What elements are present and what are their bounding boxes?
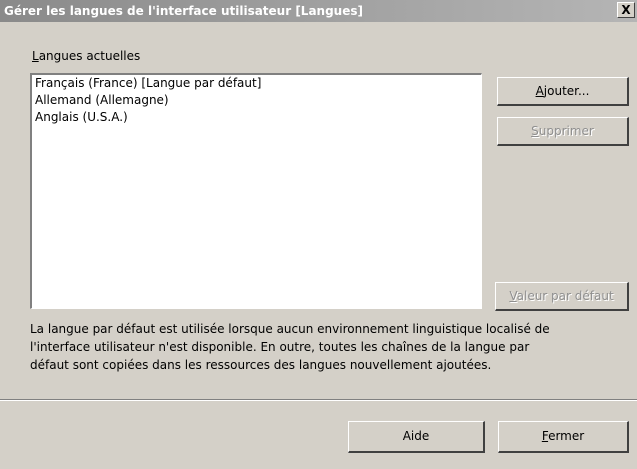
label-mnemonic: L	[32, 49, 39, 63]
list-item[interactable]: Allemand (Allemagne)	[32, 92, 481, 109]
description-text: La langue par défaut est utilisée lorsqu…	[30, 320, 630, 374]
add-label: jouter...	[543, 84, 590, 98]
close-button[interactable]: Fermer	[498, 421, 629, 453]
close-label: ermer	[548, 429, 585, 443]
separator	[0, 399, 637, 401]
description-line-2: l'interface utilisateur n'est disponible…	[30, 340, 530, 354]
remove-button[interactable]: Supprimer	[497, 117, 629, 146]
close-window-button[interactable]: X	[617, 2, 635, 18]
default-label: aleur par défaut	[516, 289, 614, 303]
set-default-button[interactable]: Valeur par défaut	[495, 282, 629, 311]
window-title: Gérer les langues de l'interface utilisa…	[4, 4, 363, 18]
list-item[interactable]: Français (France) [Langue par défaut]	[32, 75, 481, 92]
add-mnemonic: A	[535, 84, 544, 98]
title-bar[interactable]: Gérer les langues de l'interface utilisa…	[0, 0, 637, 22]
description-line-3: défaut sont copiées dans les ressources …	[30, 358, 492, 372]
remove-label: upprimer	[538, 124, 594, 138]
description-line-1: La langue par défaut est utilisée lorsqu…	[30, 322, 550, 336]
current-languages-label: Langues actuelles	[32, 49, 140, 63]
list-item[interactable]: Anglais (U.S.A.)	[32, 109, 481, 126]
default-mnemonic: V	[509, 289, 517, 303]
help-button[interactable]: Aide	[348, 421, 485, 453]
languages-listbox[interactable]: Français (France) [Langue par défaut] Al…	[30, 73, 482, 309]
language-dialog: Gérer les langues de l'interface utilisa…	[0, 0, 637, 469]
label-text: angues actuelles	[38, 49, 141, 63]
add-button[interactable]: Ajouter...	[497, 77, 629, 106]
remove-mnemonic: S	[531, 124, 539, 138]
